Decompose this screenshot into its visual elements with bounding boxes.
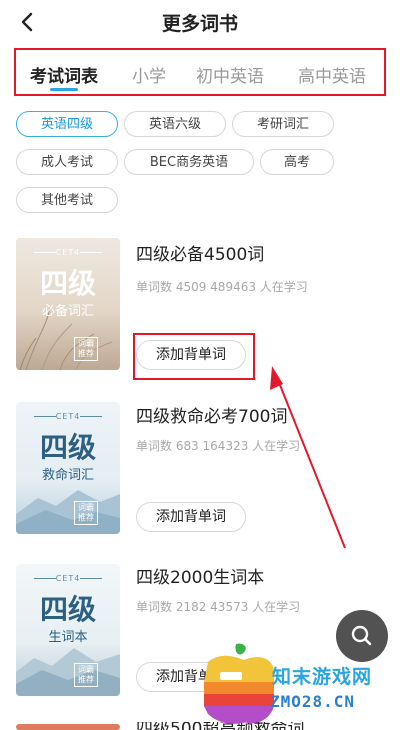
watermark-url: ZMO28.CN [270,692,356,711]
watermark-text: 知末游戏网 [272,666,373,688]
